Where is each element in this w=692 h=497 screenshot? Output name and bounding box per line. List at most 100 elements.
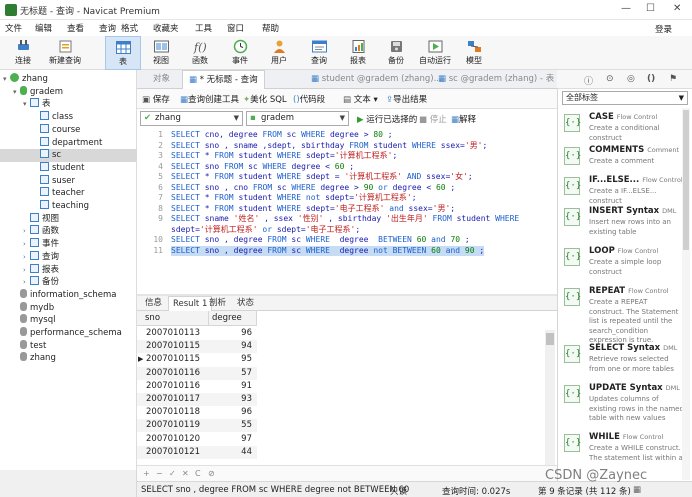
save-button[interactable]: ▣ 保存 bbox=[142, 93, 170, 105]
column-header-degree[interactable]: degree bbox=[209, 311, 257, 326]
run-selected-button[interactable]: ▶ 运行已选择的 bbox=[357, 113, 417, 125]
tab-info[interactable]: 信息 bbox=[141, 296, 166, 311]
cell-degree[interactable]: 91 bbox=[211, 380, 252, 393]
tab-student-table[interactable]: ▦ student @gradem (zhang)... bbox=[305, 70, 448, 89]
column-header-sno[interactable]: sno bbox=[137, 311, 209, 326]
grid-scrollbar-thumb[interactable] bbox=[546, 333, 554, 345]
sidebar-item-mysql[interactable]: mysql bbox=[0, 314, 137, 327]
close-icon[interactable]: ✕ bbox=[673, 3, 681, 14]
cell-sno[interactable]: 2007010119 bbox=[146, 419, 200, 432]
sidebar-item-student[interactable]: student bbox=[0, 161, 137, 175]
cell-sno[interactable]: 2007010116 bbox=[146, 367, 200, 380]
tag-icon[interactable]: ⚑ bbox=[669, 74, 677, 84]
query-builder-button[interactable]: ▦查询创建工具 bbox=[180, 93, 239, 105]
ddl-icon[interactable]: ⊙ bbox=[606, 74, 614, 84]
sidebar-item--[interactable]: › 报表 bbox=[0, 263, 137, 277]
menu-edit[interactable]: 编辑 bbox=[35, 22, 52, 34]
sidebar-item--[interactable]: 视图 bbox=[0, 212, 137, 226]
snippet-item[interactable]: {·} LOOP Flow Control Create a simple loop… bbox=[560, 246, 688, 282]
sidebar-item-sc[interactable]: sc bbox=[0, 149, 137, 163]
cell-sno[interactable]: 2007010115 bbox=[146, 353, 200, 366]
sidebar-item--[interactable]: ▾ 表 bbox=[0, 98, 137, 111]
sidebar-item--[interactable]: › 备份 bbox=[0, 276, 137, 289]
table-row[interactable]: 2007010118 96 bbox=[137, 406, 257, 419]
cell-sno[interactable]: 2007010113 bbox=[146, 327, 200, 340]
snippet-scrollbar-thumb[interactable] bbox=[683, 110, 689, 250]
sidebar-item-performance-schema[interactable]: performance_schema bbox=[0, 327, 137, 340]
cell-degree[interactable]: 44 bbox=[211, 446, 252, 459]
login-link[interactable]: 登录 bbox=[655, 23, 672, 35]
tab-profile[interactable]: 剖析 bbox=[205, 296, 230, 311]
table-row[interactable]: 2007010116 91 bbox=[137, 380, 257, 393]
tab-status[interactable]: 状态 bbox=[233, 296, 258, 311]
table-row[interactable]: 2007010115 94 bbox=[137, 340, 257, 354]
cell-degree[interactable]: 55 bbox=[211, 419, 252, 432]
sidebar-item--[interactable]: › 事件 bbox=[0, 238, 137, 251]
expand-arrow-icon[interactable]: › bbox=[23, 276, 30, 289]
cell-sno[interactable]: 2007010117 bbox=[146, 393, 200, 406]
sidebar-item-course[interactable]: course bbox=[0, 123, 137, 137]
cell-sno[interactable]: 2007010121 bbox=[146, 446, 200, 459]
sql-editor[interactable]: 1 2 3 4 5 6 7 8 9 10 11 SELECT cno, degree FROM sc … bbox=[137, 128, 557, 294]
table-row[interactable]: 2007010116 57 bbox=[137, 366, 257, 380]
new-query-button[interactable]: 新建查询 bbox=[45, 36, 85, 70]
connection-select[interactable]: ✔ zhang ▼ bbox=[140, 111, 243, 126]
sidebar-item-department[interactable]: department bbox=[0, 136, 137, 150]
model-button[interactable]: 模型 bbox=[456, 36, 492, 70]
snippet-filter-select[interactable]: 全部标签 ▼ bbox=[562, 91, 688, 105]
cell-degree[interactable]: 94 bbox=[211, 340, 252, 353]
expand-arrow-icon[interactable]: ▾ bbox=[13, 86, 20, 99]
table-row[interactable]: 2007010113 96 bbox=[137, 327, 257, 340]
sidebar-item--[interactable]: › 函数 bbox=[0, 225, 137, 238]
cell-degree[interactable]: 93 bbox=[211, 393, 252, 406]
sidebar-item-suser[interactable]: suser bbox=[0, 174, 137, 188]
cell-degree[interactable]: 97 bbox=[211, 433, 252, 446]
maximize-icon[interactable]: ☐ bbox=[646, 3, 655, 14]
tab-objects[interactable]: 对象 bbox=[147, 70, 176, 89]
menu-tools[interactable]: 工具 bbox=[195, 22, 212, 34]
snippet-item[interactable]: {·} WHILE Flow Control Create a WHILE cons… bbox=[560, 432, 688, 468]
function-button[interactable]: f() 函数 bbox=[182, 36, 218, 70]
table-row[interactable]: 2007010120 97 bbox=[137, 433, 257, 446]
info-icon[interactable]: ⓘ bbox=[584, 74, 593, 87]
snippet-item[interactable]: {·} SELECT Syntax DML Retrieve rows select… bbox=[560, 343, 688, 379]
text-mode-button[interactable]: ▤ 文本 ▾ bbox=[343, 93, 378, 105]
event-button[interactable]: 事件 bbox=[222, 36, 258, 70]
sidebar-item-teacher[interactable]: teacher bbox=[0, 187, 137, 200]
cell-sno[interactable]: 2007010116 bbox=[146, 380, 200, 393]
table-row[interactable]: ▶ 2007010115 95 bbox=[137, 353, 257, 366]
snippet-item[interactable]: {·} CASE Flow Control Create a conditional… bbox=[560, 112, 688, 148]
tab-untitled-query[interactable]: ▦ * 无标题 - 查询 bbox=[182, 70, 265, 89]
menu-help[interactable]: 帮助 bbox=[262, 22, 279, 34]
query-button[interactable]: 查询 bbox=[301, 36, 337, 70]
report-button[interactable]: 报表 bbox=[340, 36, 376, 70]
snippet-scrollbar[interactable] bbox=[682, 108, 690, 480]
connect-button[interactable]: 连接 bbox=[5, 36, 41, 70]
menu-file[interactable]: 文件 bbox=[5, 22, 22, 34]
expand-arrow-icon[interactable]: › bbox=[23, 251, 30, 264]
cell-degree[interactable]: 96 bbox=[211, 327, 252, 340]
table-row[interactable]: 2007010119 55 bbox=[137, 419, 257, 433]
cell-degree[interactable]: 96 bbox=[211, 406, 252, 419]
sidebar-item-class[interactable]: class bbox=[0, 111, 137, 124]
snippet-item[interactable]: {·} UPDATE Syntax DML Updates columns of e… bbox=[560, 383, 688, 422]
table-row[interactable]: 2007010117 93 bbox=[137, 393, 257, 406]
grid-view-icon[interactable]: ▦ bbox=[633, 485, 641, 495]
history-icon[interactable]: ◎ bbox=[627, 74, 635, 84]
snippet-item[interactable]: {·} INSERT Syntax DML Insert new rows into… bbox=[560, 206, 688, 242]
grid-scrollbar[interactable] bbox=[545, 330, 555, 465]
cell-sno[interactable]: 2007010115 bbox=[146, 340, 200, 353]
menu-view[interactable]: 查看 bbox=[67, 22, 84, 34]
database-select[interactable]: ▪ gradem ▼ bbox=[246, 111, 349, 126]
code-snippet-button[interactable]: ()代码段 bbox=[293, 93, 325, 105]
discard-icon[interactable]: ✕ bbox=[182, 469, 189, 478]
cell-degree[interactable]: 95 bbox=[211, 353, 252, 366]
snippet-brackets-icon[interactable]: () bbox=[647, 74, 655, 84]
expand-arrow-icon[interactable]: › bbox=[23, 225, 30, 238]
cell-sno[interactable]: 2007010120 bbox=[146, 433, 200, 446]
sidebar-item-zhang[interactable]: ▾ zhang bbox=[0, 73, 137, 86]
table-button[interactable]: 表 bbox=[105, 36, 141, 70]
delete-record-icon[interactable]: − bbox=[156, 469, 163, 478]
minimize-icon[interactable]: — bbox=[621, 3, 631, 14]
cell-degree[interactable]: 57 bbox=[211, 367, 252, 380]
